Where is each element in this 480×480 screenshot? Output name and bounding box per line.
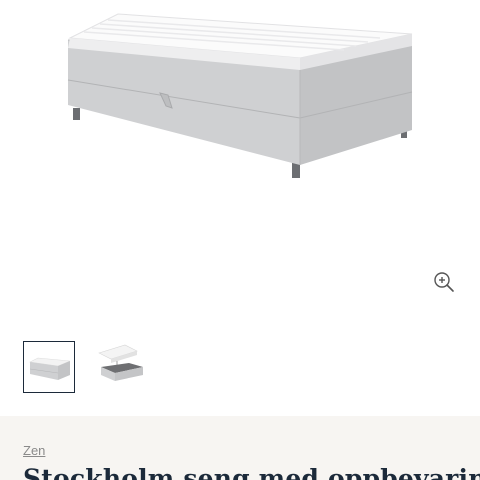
product-info: Zen Stockholm seng med oppbevaring <box>0 416 480 480</box>
thumbnail-strip <box>0 330 480 416</box>
zoom-in-icon[interactable] <box>432 270 456 294</box>
product-gallery <box>0 0 480 330</box>
thumbnail-bed-storage-open[interactable] <box>95 341 147 393</box>
thumbnail-image <box>29 357 71 380</box>
product-title: Stockholm seng med oppbevaring <box>23 464 480 480</box>
brand-link[interactable]: Zen <box>23 443 45 458</box>
bed-leg <box>73 108 80 120</box>
thumbnail-image <box>98 344 143 381</box>
main-product-image <box>67 13 413 178</box>
bed-leg <box>292 163 300 178</box>
thumbnail-bed-closed[interactable] <box>23 341 75 393</box>
